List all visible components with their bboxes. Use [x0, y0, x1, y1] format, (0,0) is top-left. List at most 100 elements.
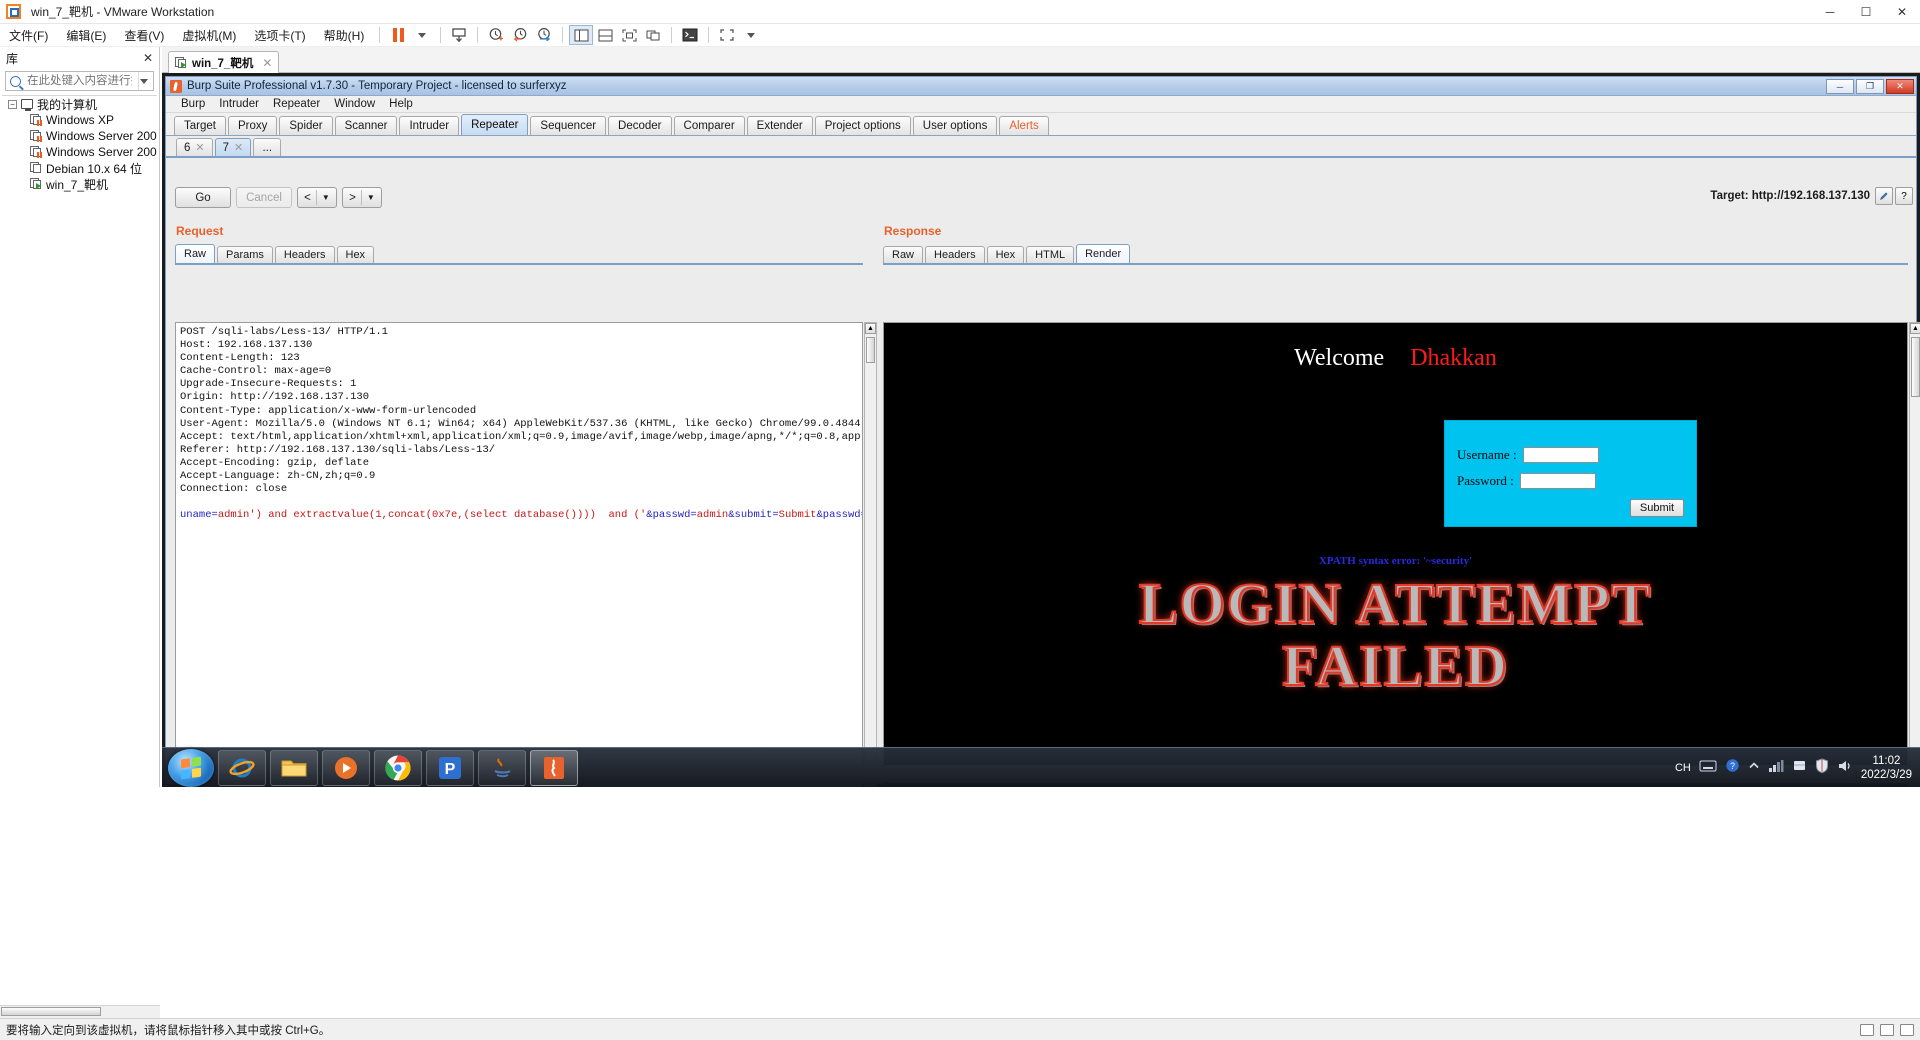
response-tab-raw[interactable]: Raw	[883, 246, 924, 263]
minimize-icon[interactable]: ─	[1812, 0, 1848, 24]
tab-proxy[interactable]: Proxy	[227, 116, 278, 135]
menu-view[interactable]: 查看(V)	[115, 25, 173, 46]
vm-tab-close-icon[interactable]: ✕	[262, 56, 272, 70]
expand-icon[interactable]	[715, 25, 739, 45]
ime-indicator[interactable]: CH	[1675, 762, 1691, 774]
forward-button[interactable]: > ▼	[342, 187, 382, 208]
menu-tabs[interactable]: 选项卡(T)	[245, 25, 314, 46]
internet-explorer-icon[interactable]	[218, 749, 266, 786]
vm-tab-win7[interactable]: win_7_靶机 ✕	[168, 51, 280, 73]
network-adapter-icon[interactable]	[1880, 1023, 1894, 1036]
request-tab-params[interactable]: Params	[217, 246, 273, 263]
library-search[interactable]	[5, 71, 154, 91]
username-input[interactable]	[1522, 447, 1599, 463]
volume-icon[interactable]	[1837, 759, 1853, 778]
burp-menu-help[interactable]: Help	[382, 97, 420, 111]
request-tab-hex[interactable]: Hex	[336, 246, 375, 263]
burp-maximize-icon[interactable]: ❐	[1856, 79, 1884, 94]
windows-explorer-icon[interactable]	[270, 749, 318, 786]
library-close-icon[interactable]: ✕	[143, 51, 153, 65]
response-tab-html[interactable]: HTML	[1026, 246, 1075, 263]
menu-vm[interactable]: 虚拟机(M)	[173, 25, 245, 46]
request-tab-headers[interactable]: Headers	[274, 246, 335, 263]
snapshot-icon[interactable]	[447, 25, 471, 45]
burp-menu-intruder[interactable]: Intruder	[212, 97, 266, 111]
repeater-tab-7[interactable]: 7 ✕	[214, 138, 252, 156]
burp-menu-repeater[interactable]: Repeater	[266, 97, 327, 111]
tab-project-options[interactable]: Project options	[814, 116, 911, 135]
scrollbar-thumb[interactable]	[1911, 337, 1920, 397]
repeater-tab-close-icon[interactable]: ✕	[195, 141, 204, 154]
dropdown-caret-icon[interactable]	[410, 25, 434, 45]
repeater-tab-6[interactable]: 6 ✕	[176, 138, 213, 156]
snapshot-manager-icon[interactable]	[532, 25, 556, 45]
chevron-down-icon[interactable]	[137, 72, 149, 90]
response-vertical-scrollbar[interactable]: ▲ ▼	[1909, 322, 1920, 787]
burp-menu-window[interactable]: Window	[327, 97, 382, 111]
java-icon[interactable]	[478, 749, 526, 786]
start-orb-icon[interactable]	[168, 748, 214, 787]
tab-alerts[interactable]: Alerts	[999, 116, 1049, 135]
request-tab-raw[interactable]: Raw	[175, 244, 216, 263]
scrollbar-thumb[interactable]	[1, 1007, 101, 1016]
response-tab-hex[interactable]: Hex	[986, 246, 1025, 263]
menu-edit[interactable]: 编辑(E)	[57, 25, 115, 46]
sidebar-item-win7-target[interactable]: win_7_靶机	[2, 176, 157, 192]
sidebar-item-debian[interactable]: Debian 10.x 64 位	[2, 160, 157, 176]
sidebar-item-windows-server-2008[interactable]: Windows Server 2008	[2, 144, 157, 160]
layout-fullscreen-icon[interactable]	[617, 25, 641, 45]
show-hidden-icons-icon[interactable]	[1748, 759, 1760, 777]
phpstudy-icon[interactable]: P	[426, 749, 474, 786]
tab-target[interactable]: Target	[174, 116, 226, 135]
tab-spider[interactable]: Spider	[279, 116, 333, 135]
response-tab-headers[interactable]: Headers	[925, 246, 985, 263]
sidebar-item-windows-xp[interactable]: Windows XP	[2, 112, 157, 128]
unity-icon[interactable]	[641, 25, 665, 45]
google-chrome-icon[interactable]	[374, 749, 422, 786]
tab-decoder[interactable]: Decoder	[608, 116, 672, 135]
repeater-tab-new[interactable]: ...	[253, 138, 282, 156]
library-horizontal-scrollbar[interactable]	[0, 1005, 160, 1018]
submit-button[interactable]: Submit	[1630, 499, 1684, 517]
scroll-up-icon[interactable]: ▲	[1910, 323, 1920, 334]
tab-extender[interactable]: Extender	[746, 116, 813, 135]
burp-menu-burp[interactable]: Burp	[174, 97, 212, 111]
menu-help[interactable]: 帮助(H)	[315, 25, 374, 46]
shield-icon[interactable]	[1815, 758, 1829, 778]
burp-close-icon[interactable]: ✕	[1886, 79, 1914, 94]
keyboard-icon[interactable]	[1699, 759, 1717, 777]
tab-comparer[interactable]: Comparer	[673, 116, 745, 135]
media-player-icon[interactable]	[322, 749, 370, 786]
console-icon[interactable]	[678, 25, 702, 45]
request-editor[interactable]: POST /sqli-labs/Less-13/ HTTP/1.1 Host: …	[175, 322, 863, 787]
menu-file[interactable]: 文件(F)	[0, 25, 57, 46]
cancel-button[interactable]: Cancel	[236, 187, 292, 208]
back-button[interactable]: < ▼	[297, 187, 337, 208]
tab-repeater[interactable]: Repeater	[461, 114, 529, 135]
tab-scanner[interactable]: Scanner	[334, 116, 398, 135]
layout-bottom-icon[interactable]	[593, 25, 617, 45]
flag-icon[interactable]	[1792, 759, 1807, 778]
burp-minimize-icon[interactable]: ─	[1826, 79, 1854, 94]
layout-sidebar-icon[interactable]	[569, 25, 594, 45]
tree-expander-icon[interactable]: −	[8, 99, 17, 109]
tab-user-options[interactable]: User options	[912, 116, 998, 135]
usb-icon[interactable]	[1900, 1023, 1914, 1036]
response-render-panel[interactable]: Welcome Dhakkan Username : Password : Su…	[883, 322, 1908, 787]
network-icon[interactable]	[1768, 759, 1784, 778]
snapshot-revert-icon[interactable]	[508, 25, 532, 45]
go-button[interactable]: Go	[175, 187, 231, 208]
request-vertical-scrollbar[interactable]: ▲ ▼	[864, 322, 877, 787]
search-input[interactable]	[25, 74, 134, 88]
tree-root-my-computer[interactable]: − 我的计算机	[2, 96, 157, 112]
sidebar-item-windows-server-2003[interactable]: Windows Server 2003	[2, 128, 157, 144]
help-button[interactable]: ?	[1895, 187, 1913, 205]
hard-disk-icon[interactable]	[1860, 1023, 1874, 1036]
password-input[interactable]	[1519, 473, 1596, 489]
repeater-tab-close-icon[interactable]: ✕	[234, 141, 243, 154]
expand-caret-icon[interactable]	[739, 25, 763, 45]
maximize-icon[interactable]: ☐	[1848, 0, 1884, 24]
scrollbar-thumb[interactable]	[866, 337, 875, 363]
scroll-up-icon[interactable]: ▲	[865, 323, 876, 334]
burp-suite-icon[interactable]	[530, 749, 578, 786]
